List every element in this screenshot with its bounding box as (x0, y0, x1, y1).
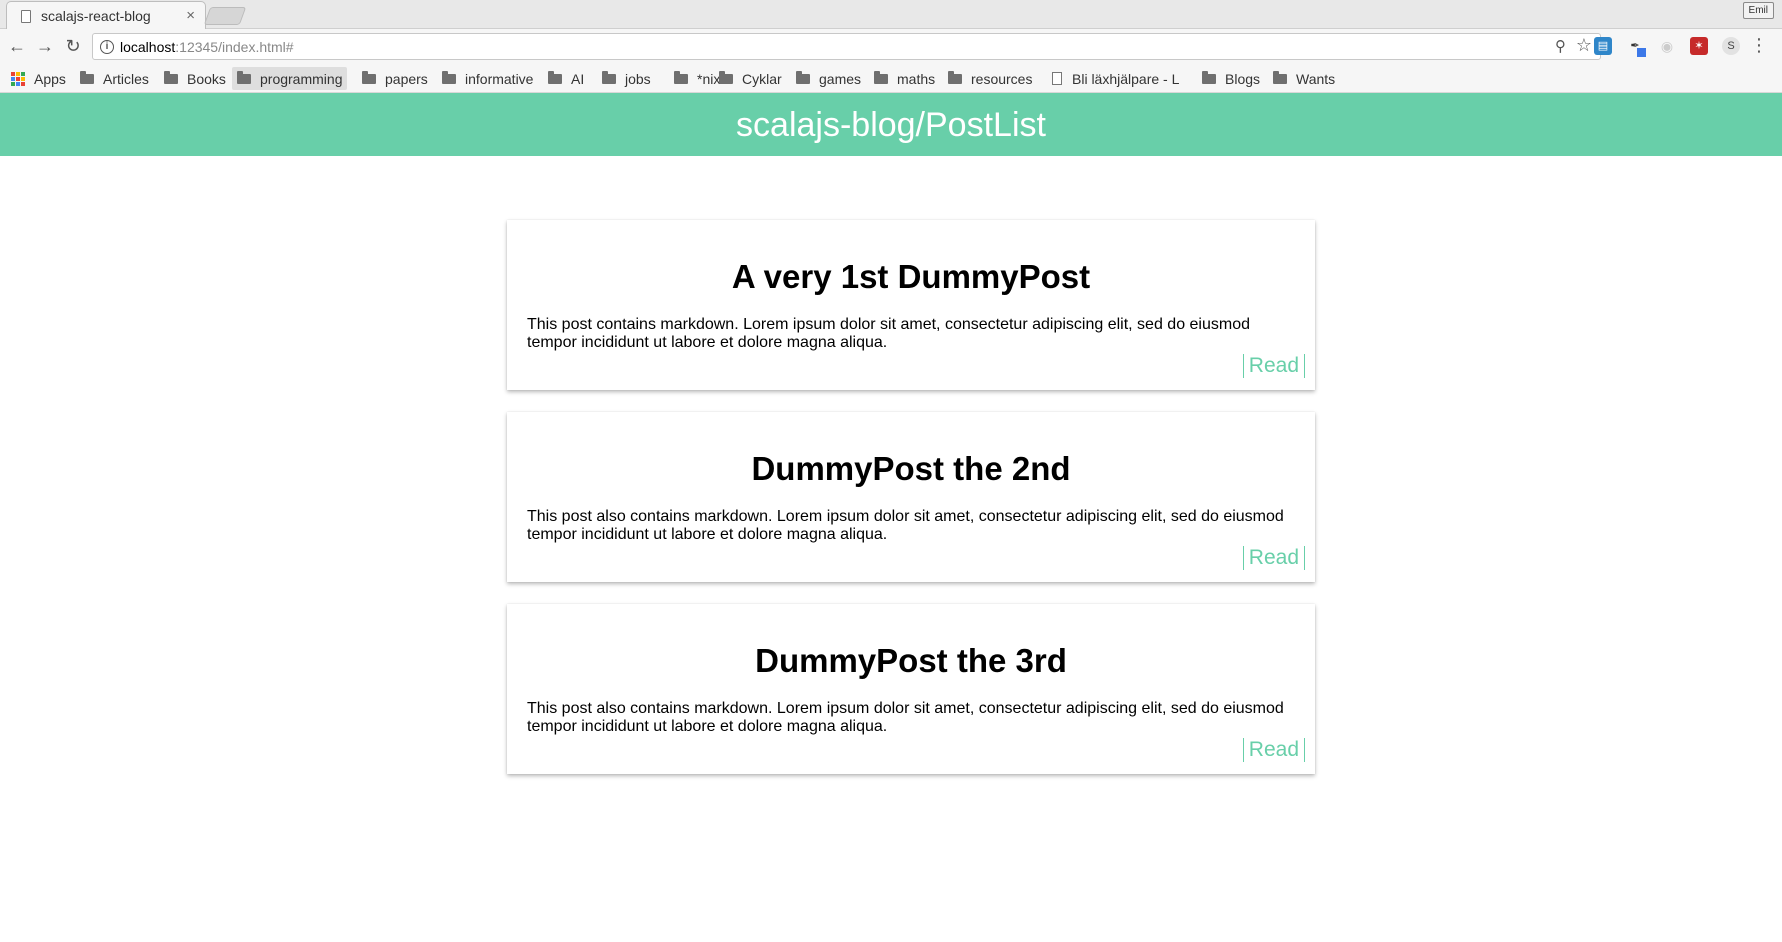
page-header: scalajs-blog/PostList (0, 93, 1782, 156)
ghost-extension-icon[interactable]: ◉ (1658, 37, 1676, 55)
bookmark-games[interactable]: games (791, 67, 866, 90)
bookmark-label: Cyklar (742, 70, 782, 87)
bookmark-label: games (819, 70, 862, 87)
url-path: :12345/index.html# (175, 39, 294, 55)
bookmark-blogs[interactable]: Blogs (1197, 67, 1265, 90)
bookmark-articles[interactable]: Articles (75, 67, 154, 90)
browser-tab[interactable]: scalajs-react-blog × (6, 1, 206, 29)
bookmark-bli-l-xhj-lpare-l[interactable]: Bli läxhjälpare - L (1047, 67, 1184, 90)
bookmarks-bar: Apps Articles Books programming papers inform… (0, 64, 1782, 93)
forward-button[interactable]: → (34, 35, 56, 57)
bookmark-papers[interactable]: papers (357, 67, 433, 90)
bookmark-label: Apps (34, 70, 66, 87)
post-excerpt: This post contains markdown. Lorem ipsum… (527, 316, 1251, 351)
post-title: DummyPost the 2nd (751, 450, 1071, 487)
url-text[interactable]: localhost:12345/index.html# (120, 39, 294, 55)
post-card: DummyPost the 3rd This post also contain… (507, 604, 1315, 774)
folder-icon (948, 70, 962, 84)
bookmark-label: Books (187, 70, 226, 87)
bookmark-wants[interactable]: Wants (1268, 67, 1340, 90)
bookmark-jobs[interactable]: jobs (597, 67, 656, 90)
read-post-link[interactable]: Read (1242, 546, 1305, 570)
zoom-icon[interactable]: ⚲ (1555, 37, 1566, 55)
url-host: localhost (120, 39, 176, 55)
profile-badge[interactable]: Emil (1742, 2, 1774, 19)
read-post-link[interactable]: Read (1242, 354, 1305, 378)
folder-icon (237, 70, 251, 84)
browser-toolbar: ← → ↻ i localhost:12345/index.html# ⚲ ☆ … (0, 29, 1782, 64)
eyedropper-extension-icon[interactable]: ✒ (1626, 37, 1646, 57)
folder-icon (719, 70, 733, 84)
folder-icon (548, 70, 562, 84)
bookmark-star-icon[interactable]: ☆ (1576, 35, 1592, 56)
bookmark-label: Wants (1296, 70, 1336, 87)
folder-icon (602, 70, 616, 84)
page-title: scalajs-blog/PostList (736, 106, 1046, 144)
folder-icon (1202, 70, 1216, 84)
folder-icon (1273, 70, 1287, 84)
tab-title: scalajs-react-blog (41, 8, 151, 24)
folder-icon (362, 70, 376, 84)
read-post-link[interactable]: Read (1242, 738, 1305, 762)
page-icon (1052, 72, 1062, 85)
bookmark-apps[interactable]: Apps (6, 67, 71, 90)
folder-icon (874, 70, 888, 84)
bookmark-label: Bli läxhjälpare - L (1072, 70, 1180, 87)
bookmark-label: resources (971, 70, 1033, 87)
bookmark-label: jobs (625, 70, 651, 87)
reload-button[interactable]: ↻ (62, 35, 84, 57)
post-excerpt: This post also contains markdown. Lorem … (527, 700, 1284, 735)
bookmark-maths[interactable]: maths (869, 67, 940, 90)
folder-icon (674, 70, 688, 84)
bookmark-label: maths (897, 70, 936, 87)
close-tab-icon[interactable]: × (186, 7, 195, 24)
post-card: A very 1st DummyPost This post contains … (507, 220, 1315, 390)
bookmark-label: Articles (103, 70, 149, 87)
browser-menu-icon[interactable]: ⋮ (1750, 34, 1768, 56)
bookmark-label: informative (465, 70, 534, 87)
new-tab-button[interactable] (203, 7, 247, 25)
bookmark-ai[interactable]: AI (543, 67, 589, 90)
back-button[interactable]: ← (6, 35, 28, 57)
bookmark-programming[interactable]: programming (232, 67, 348, 90)
apps-icon (11, 71, 25, 86)
tab-strip: scalajs-react-blog × Emil (0, 0, 1782, 29)
post-card: DummyPost the 2nd This post also contain… (507, 412, 1315, 582)
folder-icon (164, 70, 178, 84)
post-title: DummyPost the 3rd (755, 642, 1067, 679)
info-icon[interactable]: i (100, 40, 114, 54)
page-icon (21, 9, 31, 23)
post-excerpt: This post also contains markdown. Lorem … (527, 508, 1284, 543)
bookmark-label: Blogs (1225, 70, 1261, 87)
bookmark-label: papers (385, 70, 428, 87)
bookmark-label: programming (260, 70, 343, 87)
reader-extension-icon[interactable]: ▤ (1594, 37, 1612, 55)
bookmark-resources[interactable]: resources (943, 67, 1037, 90)
post-title: A very 1st DummyPost (731, 258, 1091, 295)
bookmark-books[interactable]: Books (159, 67, 231, 90)
address-bar[interactable]: i localhost:12345/index.html# ⚲ ☆ (92, 33, 1601, 60)
folder-icon (796, 70, 810, 84)
bookmark-cyklar[interactable]: Cyklar (714, 67, 787, 90)
bookmark-informative[interactable]: informative (437, 67, 538, 90)
s-extension-icon[interactable]: S (1722, 37, 1740, 55)
red-extension-icon[interactable]: ✶ (1690, 37, 1708, 55)
folder-icon (442, 70, 456, 84)
bookmark-label: AI (571, 70, 585, 87)
folder-icon (80, 70, 94, 84)
